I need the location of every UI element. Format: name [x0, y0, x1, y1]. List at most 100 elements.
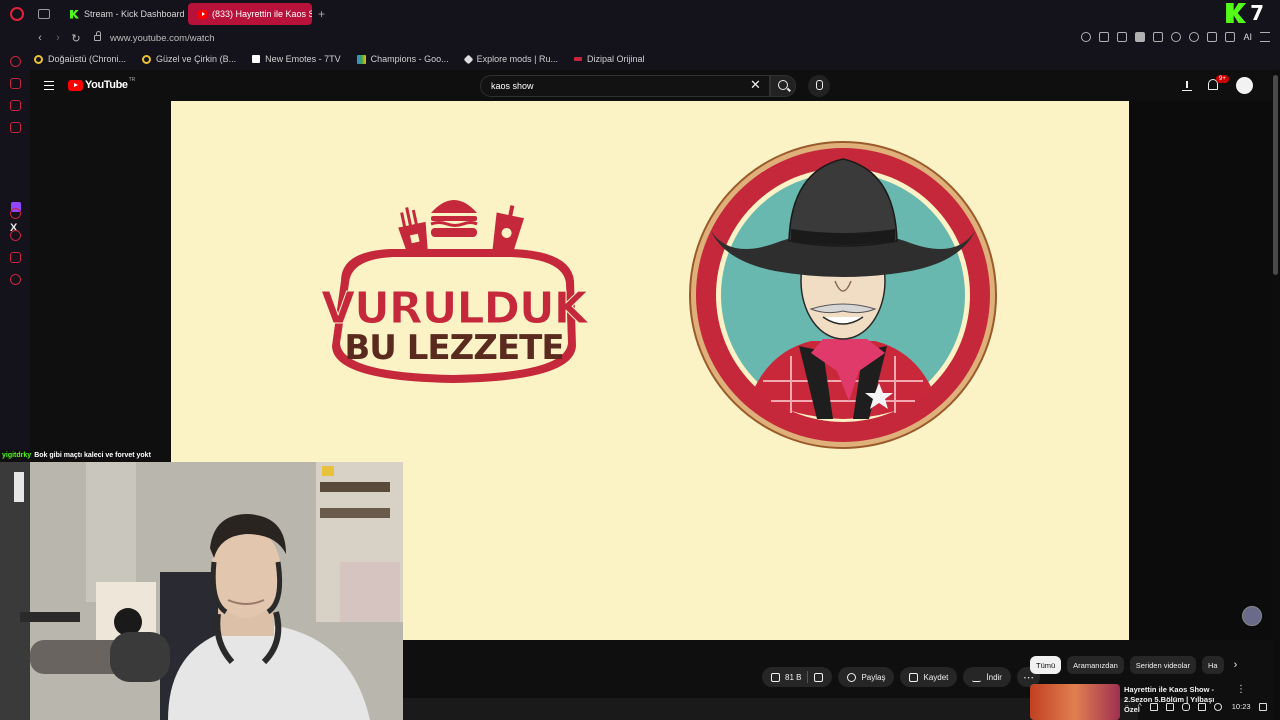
shield-icon[interactable]	[1135, 32, 1146, 42]
opera-logo-icon[interactable]	[10, 7, 24, 21]
youtube-icon	[198, 9, 207, 19]
extensions-icon[interactable]	[1153, 32, 1164, 42]
save-button[interactable]: Kaydet	[900, 667, 958, 687]
bookmark-item[interactable]: New Emotes - 7TV	[252, 54, 341, 64]
scrollbar-thumb[interactable]	[1273, 75, 1278, 275]
chip-from-search[interactable]: Aramanızdan	[1067, 656, 1124, 674]
back-arrow-icon[interactable]: ‹	[34, 32, 46, 44]
snapshot-icon[interactable]	[1117, 32, 1128, 42]
browser-toolbar: AI	[1081, 32, 1270, 42]
like-button[interactable]: 81 B	[762, 667, 833, 687]
pin-icon[interactable]	[1099, 32, 1110, 42]
right-margin	[1129, 101, 1272, 640]
messenger-icon[interactable]	[10, 100, 21, 111]
kick-extension-badge[interactable]: 7	[1226, 3, 1264, 23]
tab-label: (833) Hayrettin ile Kaos Sh	[212, 9, 312, 19]
play-icon[interactable]	[1171, 32, 1182, 42]
share-button[interactable]: Paylaş	[838, 667, 895, 687]
chat-username: yigitdrky	[2, 452, 32, 459]
bookmark-favicon-icon	[34, 54, 43, 64]
tab-youtube-video[interactable]: (833) Hayrettin ile Kaos Sh	[188, 3, 312, 25]
download-icon[interactable]	[1225, 32, 1236, 42]
share-label: Paylaş	[861, 672, 886, 682]
share-icon	[847, 672, 857, 682]
create-icon[interactable]	[1182, 79, 1192, 91]
tray-mic-icon[interactable]	[1181, 702, 1190, 711]
taskbar-clock[interactable]: 10:23	[1232, 702, 1251, 711]
bookmark-item[interactable]: Champions - Goo...	[356, 54, 449, 64]
chip-more[interactable]: Ha	[1201, 656, 1224, 674]
notification-center-icon[interactable]	[1258, 702, 1267, 711]
lock-icon	[94, 31, 101, 41]
url-field[interactable]: www.youtube.com/watch	[110, 33, 215, 44]
bookmark-item[interactable]: Dizipal Orijinal	[574, 54, 645, 64]
search-input[interactable]: kaos show	[480, 75, 770, 97]
cowboy-emblem	[689, 141, 997, 449]
tab-kick-dashboard[interactable]: Stream - Kick Dashboard	[60, 3, 184, 25]
video-actions: 81 B Paylaş Kaydet İndir ⋯	[762, 667, 1040, 687]
forward-arrow-icon[interactable]: ›	[52, 32, 64, 44]
voice-search-icon[interactable]	[808, 75, 830, 97]
bookmark-icon	[909, 672, 919, 682]
youtube-play-icon	[68, 79, 83, 91]
bookmark-item[interactable]: Explore mods | Ru...	[463, 54, 559, 64]
tray-network-icon[interactable]	[1197, 702, 1206, 711]
clear-search-icon[interactable]: ✕	[750, 77, 761, 93]
menu-icon[interactable]	[1260, 32, 1270, 42]
seventv-icon	[252, 55, 261, 63]
download-arrow-icon	[972, 673, 982, 682]
heart-icon[interactable]	[1189, 32, 1200, 42]
chip-all[interactable]: Tümü	[1030, 656, 1062, 674]
chip-series[interactable]: Seriden videolar	[1129, 656, 1196, 674]
webcam-feed	[0, 462, 403, 720]
history-icon[interactable]	[10, 230, 21, 241]
tray-camera-icon[interactable]	[1165, 702, 1174, 711]
settings-icon[interactable]	[10, 274, 21, 285]
thumbs-down-icon[interactable]	[814, 672, 824, 682]
chevron-right-icon[interactable]: ›	[1234, 659, 1238, 671]
google-drive-icon	[356, 54, 366, 64]
music-icon[interactable]	[10, 122, 21, 133]
recommendation-thumbnail[interactable]	[1030, 684, 1120, 720]
browser-sidebar: X	[0, 48, 30, 458]
system-tray: ^ 10:23	[1138, 702, 1267, 711]
floating-avatar[interactable]	[1242, 606, 1262, 626]
aria-icon[interactable]	[10, 56, 21, 67]
description-strip	[403, 698, 1138, 720]
bookmark-label: Dizipal Orijinal	[587, 54, 645, 64]
new-tab-button[interactable]: +	[318, 7, 325, 21]
bookmark-label: Explore mods | Ru...	[476, 54, 559, 64]
bookmark-label: Doğaüstü (Chroni...	[48, 54, 127, 64]
youtube-header: YouTube TR kaos show ✕ 9+	[30, 70, 1272, 102]
tray-app-icon[interactable]	[1149, 702, 1158, 711]
logo-line1: VURULDUK	[321, 283, 590, 334]
country-code: TR	[128, 77, 136, 83]
hamburger-menu-icon[interactable]	[44, 81, 54, 90]
avatar[interactable]	[1236, 77, 1253, 94]
kick-logo-icon	[1226, 3, 1247, 23]
bookmarks-bar: Doğaüstü (Chroni... Güzel ve Çirkin (B..…	[30, 48, 1280, 70]
tab-menu-icon[interactable]	[38, 9, 50, 19]
tray-volume-icon[interactable]	[1213, 702, 1222, 711]
download-button[interactable]: İndir	[963, 667, 1011, 687]
player-icon[interactable]	[10, 208, 21, 219]
workspace-icon[interactable]	[10, 78, 21, 89]
youtube-logo[interactable]: YouTube TR	[68, 77, 136, 91]
tray-expand-icon[interactable]: ^	[1138, 702, 1142, 711]
reload-icon[interactable]: ↻	[70, 32, 82, 45]
chat-text: Bok gibi maçtı kaleci ve forvet yokt	[34, 452, 151, 459]
logo-line2: BU LEZZETE	[344, 328, 563, 368]
extensions-sidebar-icon[interactable]	[10, 252, 21, 263]
like-count: 81 B	[785, 672, 802, 682]
seventv-badge: 7	[1250, 1, 1264, 25]
like-divider	[807, 671, 809, 683]
zoom-icon[interactable]	[1081, 32, 1092, 42]
wallet-icon[interactable]	[1207, 32, 1218, 42]
bookmark-label: Champions - Goo...	[370, 54, 449, 64]
recommendation-menu-icon[interactable]: ⋮	[1236, 684, 1246, 695]
search-button[interactable]	[770, 75, 796, 97]
bookmark-item[interactable]: Doğaüstü (Chroni...	[34, 54, 126, 64]
notification-count: 9+	[1216, 75, 1229, 83]
ai-button[interactable]: AI	[1243, 32, 1252, 42]
bookmark-item[interactable]: Güzel ve Çirkin (B...	[142, 54, 236, 64]
